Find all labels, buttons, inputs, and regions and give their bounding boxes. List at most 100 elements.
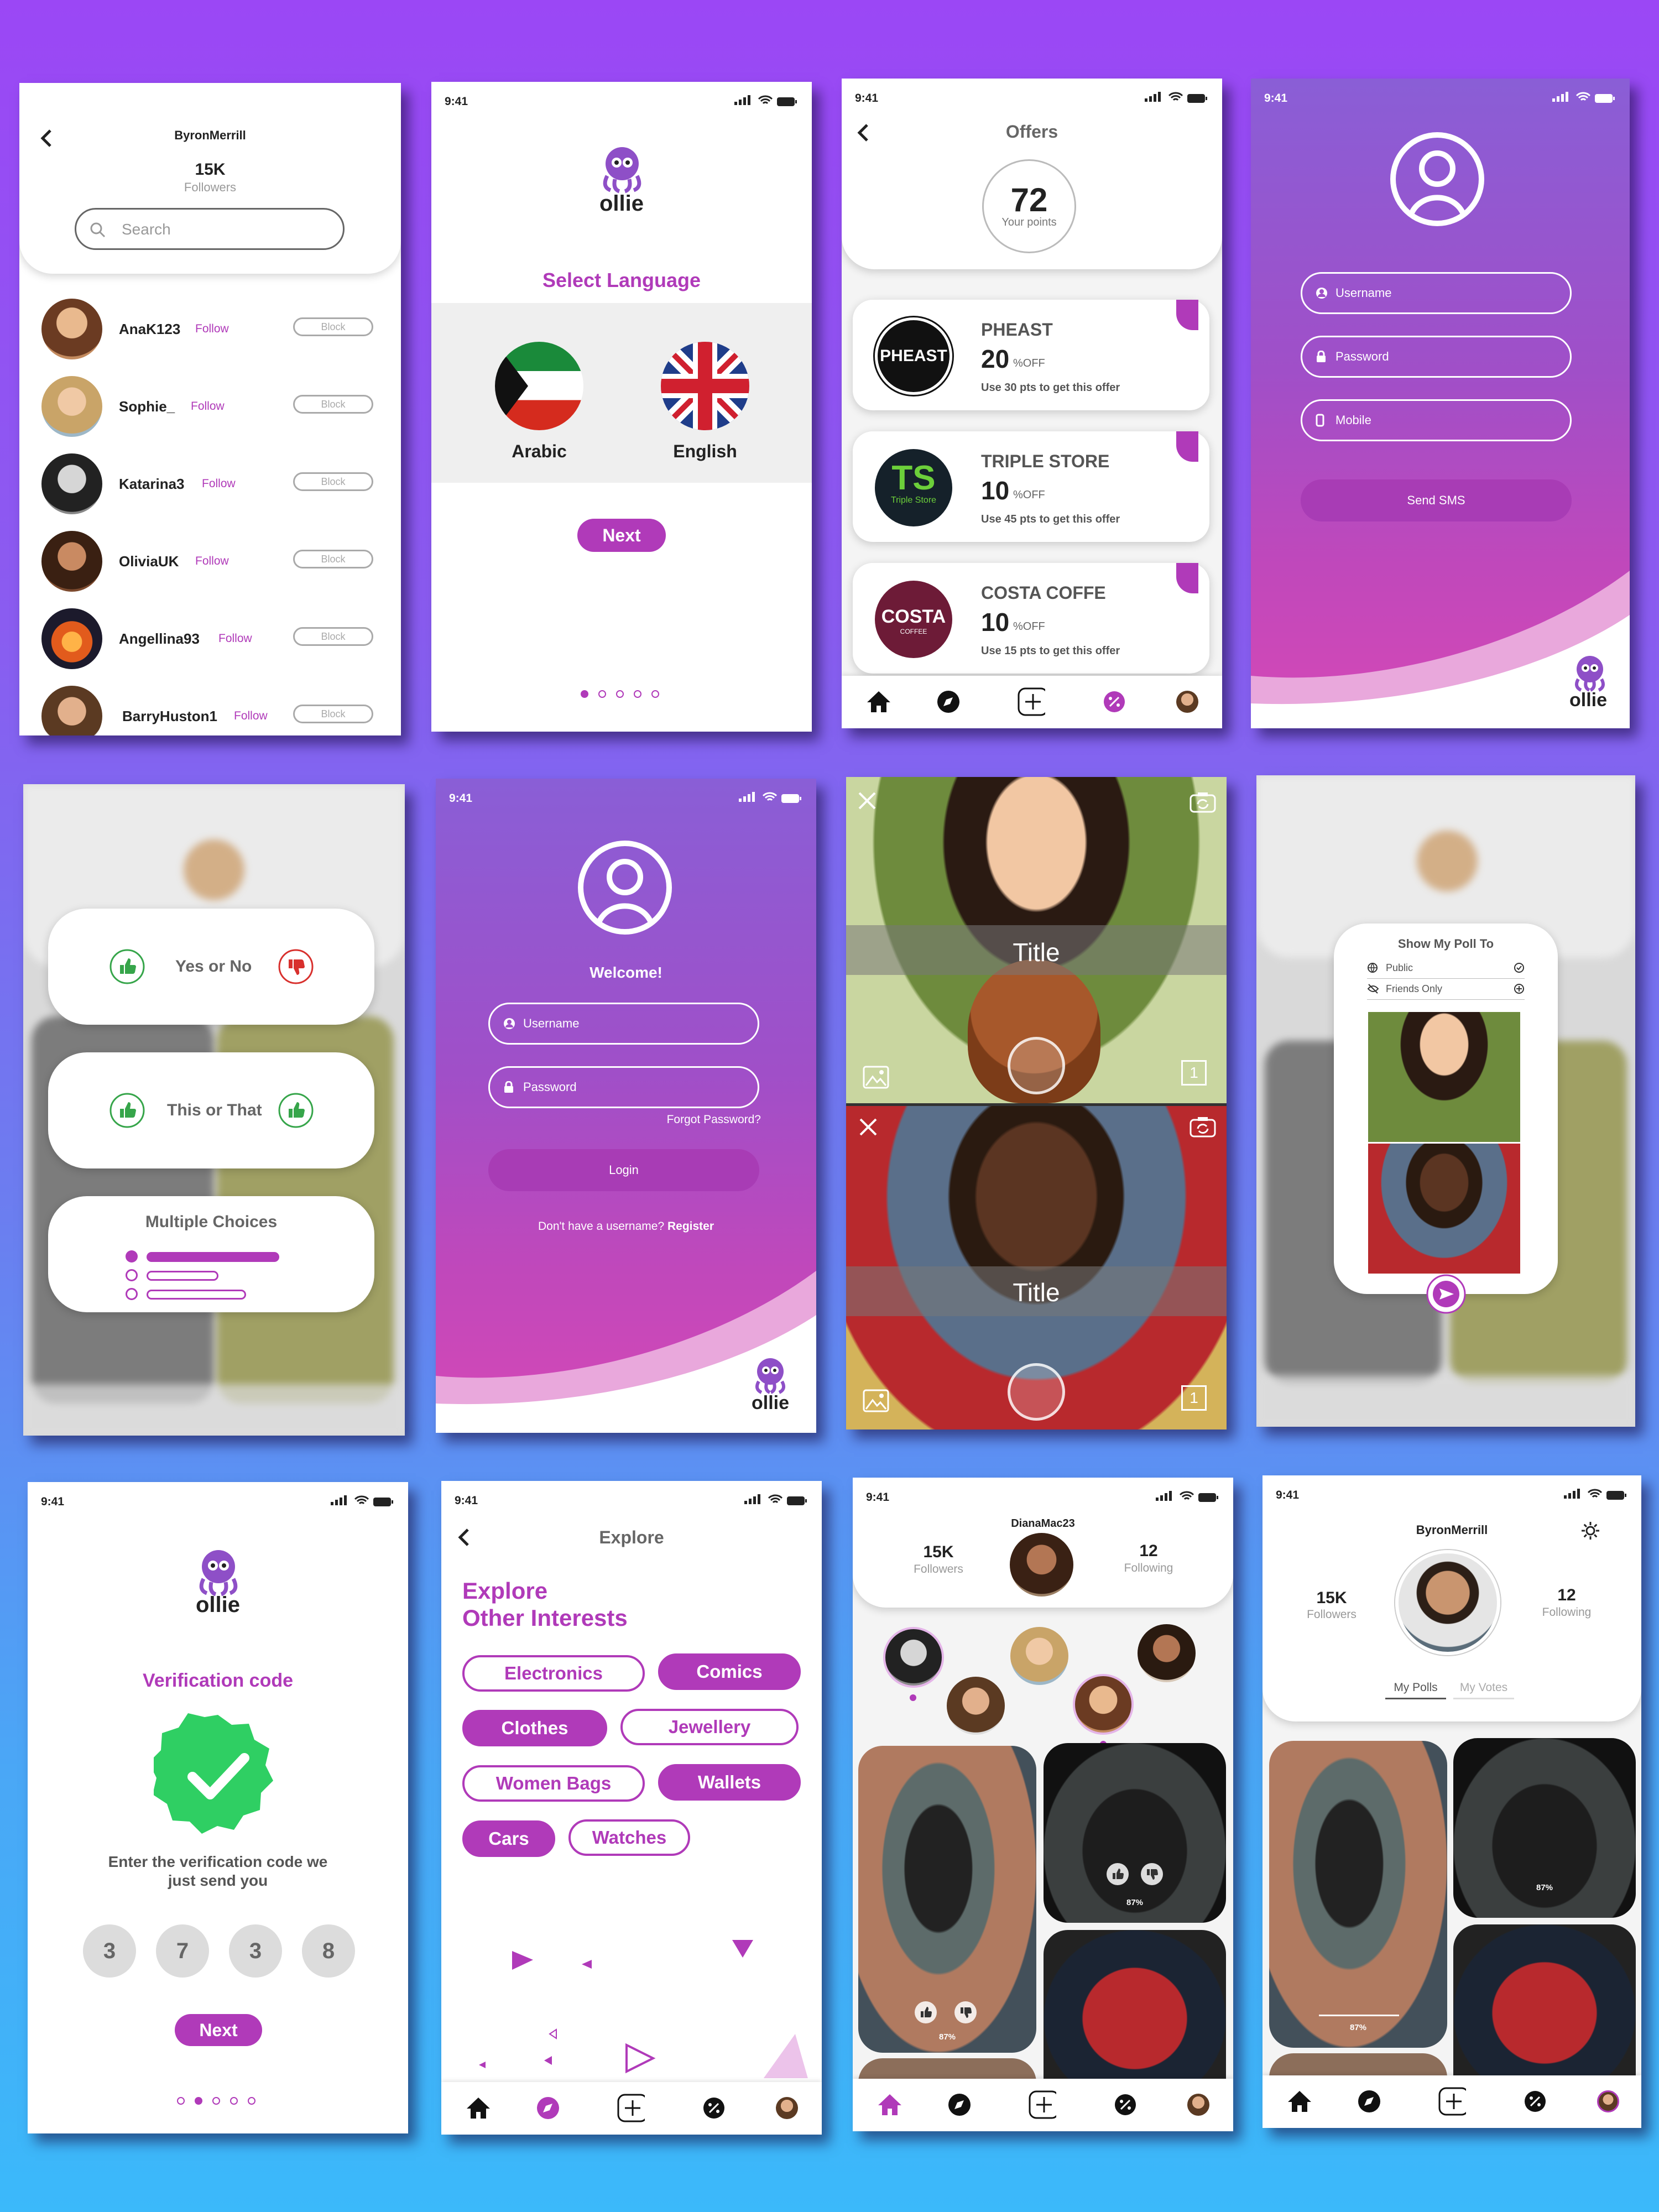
offer-logo-text: TS: [891, 459, 936, 497]
category-chip-watches[interactable]: Watches: [568, 1819, 690, 1856]
category-chip-comics[interactable]: Comics: [658, 1653, 801, 1690]
offer-card[interactable]: PHEAST PHEAST 20 %OFF Use 30 pts to get …: [853, 300, 1209, 410]
send-sms-button[interactable]: Send SMS: [1301, 479, 1572, 521]
add-post-icon[interactable]: [1029, 2090, 1056, 2119]
block-button[interactable]: Block: [293, 472, 373, 491]
octopus-mascot-icon: [755, 1358, 786, 1394]
password-field[interactable]: Password: [488, 1066, 759, 1108]
thumbs-down-icon[interactable]: [953, 2000, 978, 2025]
block-button[interactable]: Block: [293, 550, 373, 568]
add-post-icon[interactable]: [1018, 687, 1045, 716]
offers-badge-icon[interactable]: [700, 2094, 728, 2122]
shutter-button[interactable]: [1008, 1363, 1065, 1421]
poll-photo[interactable]: 87%: [1453, 1738, 1636, 1918]
poll-photo[interactable]: [1453, 1924, 1636, 2101]
thumbs-up-icon[interactable]: [914, 2000, 938, 2025]
username-field[interactable]: Username: [488, 1003, 759, 1045]
story-avatar[interactable]: [1138, 1624, 1196, 1682]
offer-card[interactable]: COSTA COFFEE COSTA COFFE 10 %OFF Use 15 …: [853, 563, 1209, 674]
photo-title[interactable]: Title: [846, 1277, 1227, 1307]
category-chip-wallets[interactable]: Wallets: [658, 1764, 801, 1801]
category-chip-clothes[interactable]: Clothes: [462, 1710, 607, 1746]
code-digit[interactable]: 3: [229, 1924, 282, 1978]
search-input[interactable]: Search: [75, 208, 345, 250]
camera-switch-icon[interactable]: [1189, 1115, 1217, 1139]
story-avatar[interactable]: [1010, 1627, 1068, 1685]
visibility-option-friends[interactable]: Friends Only: [1367, 981, 1525, 1000]
home-icon[interactable]: [876, 2091, 904, 2119]
follow-link[interactable]: Follow: [202, 477, 236, 491]
forgot-password-link[interactable]: Forgot Password?: [667, 1113, 761, 1126]
poll-option-multiple-choices[interactable]: Multiple Choices: [48, 1196, 374, 1312]
block-button[interactable]: Block: [293, 627, 373, 646]
next-button[interactable]: Next: [175, 2014, 262, 2046]
gallery-icon[interactable]: [863, 1388, 889, 1413]
close-icon[interactable]: [857, 791, 877, 811]
offers-badge-icon[interactable]: [1521, 2088, 1549, 2115]
battery-icon: [373, 1498, 393, 1506]
poll-photo[interactable]: 87%: [1044, 1743, 1226, 1923]
code-digit[interactable]: 3: [83, 1924, 136, 1978]
code-digit[interactable]: 7: [156, 1924, 209, 1978]
poll-option-yes-no[interactable]: Yes or No: [48, 909, 374, 1025]
compass-icon[interactable]: [1355, 2088, 1383, 2115]
photo-title[interactable]: Title: [846, 937, 1227, 967]
block-button[interactable]: Block: [293, 395, 373, 414]
password-field[interactable]: Password: [1301, 336, 1572, 378]
profile-avatar-icon[interactable]: [1185, 2091, 1212, 2119]
category-chip-cars[interactable]: Cars: [462, 1820, 555, 1857]
offers-badge-icon[interactable]: [1112, 2091, 1139, 2119]
category-chip-jewellery[interactable]: Jewellery: [620, 1709, 799, 1745]
thumbs-up-icon[interactable]: [1105, 1862, 1130, 1886]
thumbs-down-icon[interactable]: [1140, 1862, 1164, 1886]
poll-photo[interactable]: 87%: [1269, 1741, 1447, 2048]
poll-photo[interactable]: 87%: [858, 1746, 1036, 2053]
gallery-icon[interactable]: [863, 1065, 889, 1090]
login-button[interactable]: Login: [488, 1149, 759, 1191]
profile-avatar-icon[interactable]: [1594, 2088, 1622, 2115]
tab-my-votes[interactable]: My Votes: [1453, 1681, 1514, 1699]
compass-icon[interactable]: [534, 2094, 562, 2122]
add-post-icon[interactable]: [617, 2094, 645, 2122]
offers-badge-icon[interactable]: [1100, 688, 1128, 716]
visibility-option-public[interactable]: Public: [1367, 960, 1525, 979]
home-icon[interactable]: [465, 2094, 492, 2122]
send-icon[interactable]: [1425, 1273, 1467, 1315]
code-digit[interactable]: 8: [302, 1924, 355, 1978]
offer-card[interactable]: TS Triple Store TRIPLE STORE 10 %OFF Use…: [853, 431, 1209, 542]
thumbs-up-icon: [109, 949, 145, 984]
category-chip-electronics[interactable]: Electronics: [462, 1655, 645, 1692]
block-button[interactable]: Block: [293, 317, 373, 336]
story-avatar[interactable]: [1073, 1674, 1134, 1735]
follow-link[interactable]: Follow: [195, 555, 229, 568]
compass-icon[interactable]: [946, 2091, 973, 2119]
follow-link[interactable]: Follow: [218, 632, 252, 645]
follow-link[interactable]: Follow: [191, 400, 225, 413]
next-button[interactable]: Next: [577, 519, 666, 552]
avatar[interactable]: [1010, 1533, 1073, 1597]
story-avatar[interactable]: [883, 1627, 944, 1688]
avatar[interactable]: [1395, 1550, 1500, 1655]
profile-avatar-icon[interactable]: [1173, 688, 1201, 716]
compass-icon[interactable]: [935, 688, 962, 716]
follow-link[interactable]: Follow: [195, 322, 229, 336]
home-icon[interactable]: [865, 688, 893, 716]
shutter-button[interactable]: [1008, 1037, 1065, 1094]
camera-switch-icon[interactable]: [1189, 791, 1217, 814]
close-icon[interactable]: [858, 1117, 878, 1137]
story-avatar[interactable]: [947, 1677, 1005, 1735]
home-icon[interactable]: [1286, 2088, 1313, 2115]
mobile-field[interactable]: Mobile: [1301, 399, 1572, 441]
block-button[interactable]: Block: [293, 705, 373, 723]
register-link[interactable]: Register: [667, 1220, 714, 1233]
username-field[interactable]: Username: [1301, 272, 1572, 314]
profile-avatar-icon[interactable]: [773, 2094, 801, 2122]
gear-icon[interactable]: [1580, 1521, 1600, 1541]
follow-link[interactable]: Follow: [234, 709, 268, 723]
tab-my-polls[interactable]: My Polls: [1385, 1681, 1446, 1699]
status-time: 9:41: [455, 1494, 478, 1507]
category-chip-women-bags[interactable]: Women Bags: [462, 1765, 645, 1802]
add-post-icon[interactable]: [1438, 2087, 1466, 2116]
poll-option-this-that[interactable]: This or That: [48, 1052, 374, 1168]
blurred-nav: [23, 1384, 405, 1436]
